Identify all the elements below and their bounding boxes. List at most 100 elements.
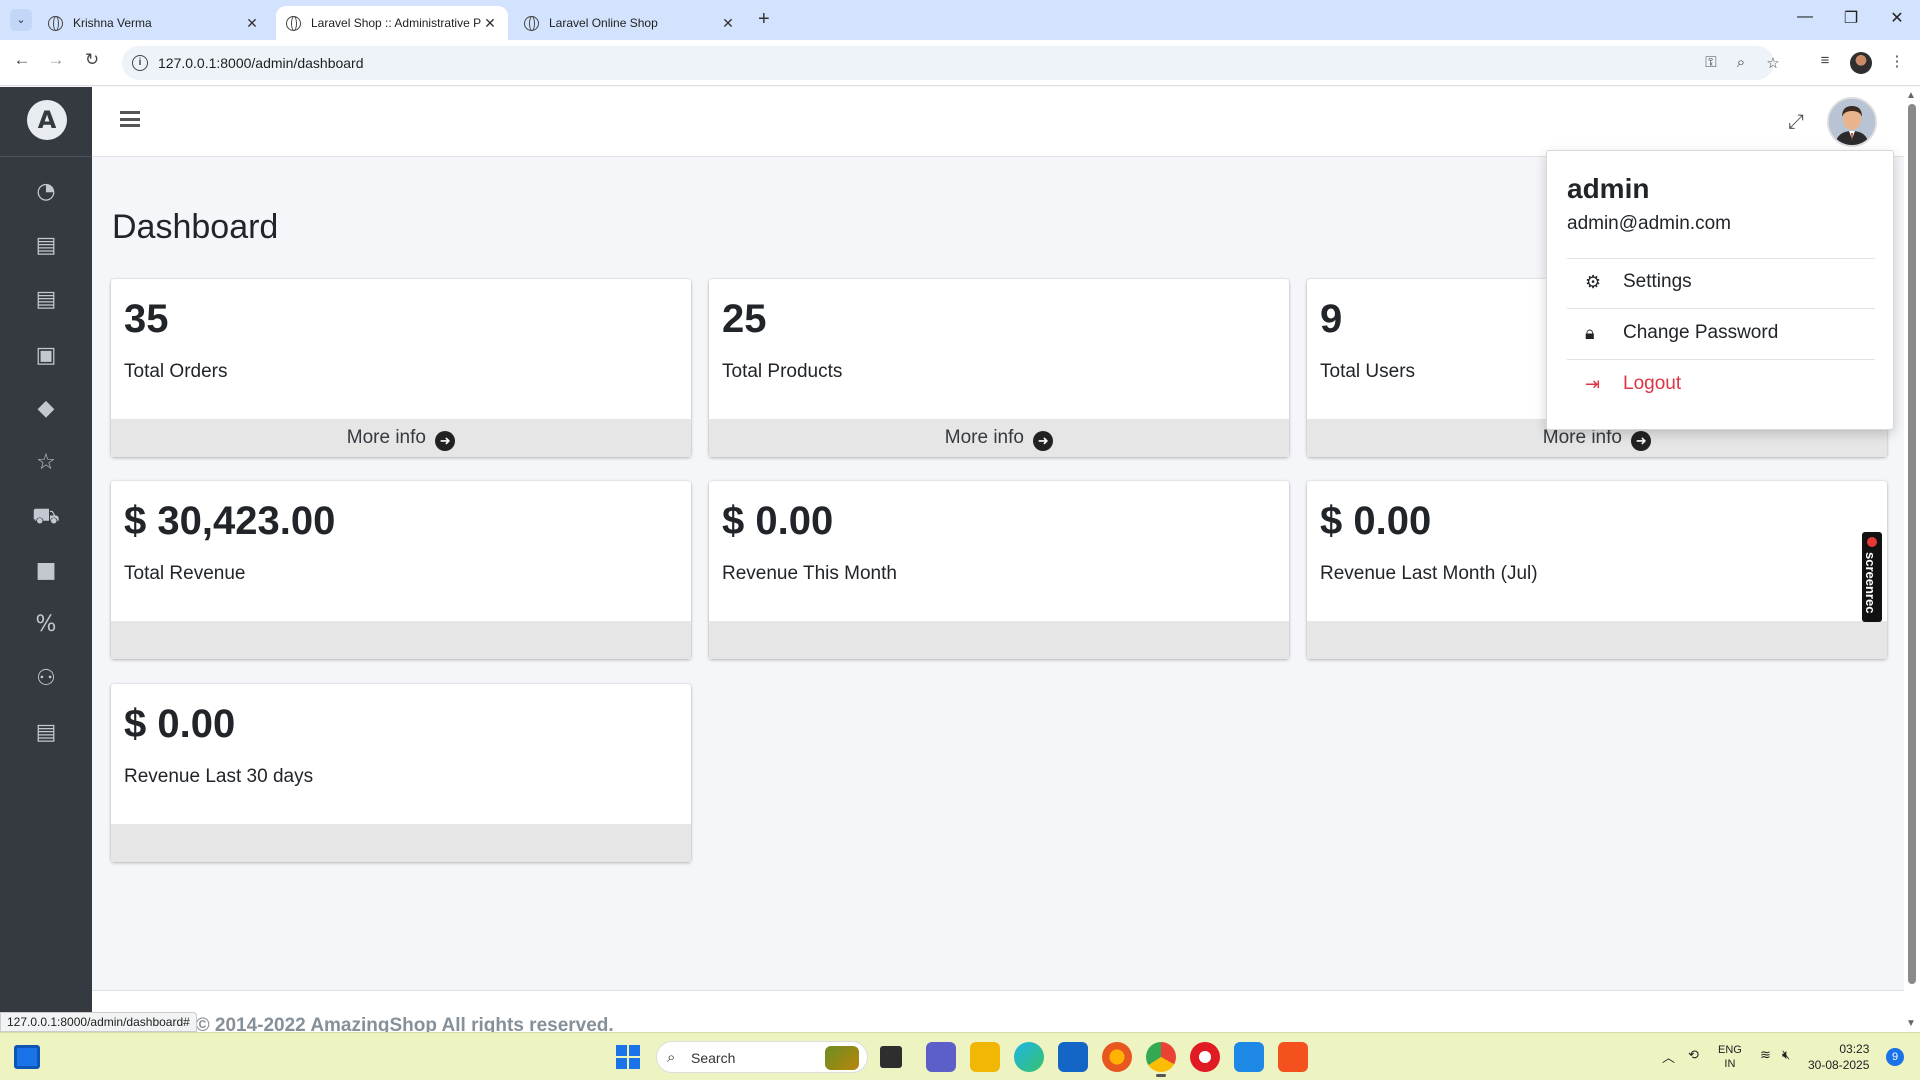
sidebar-item-products[interactable]: ◆ xyxy=(0,389,92,429)
back-button[interactable]: ← xyxy=(10,50,34,70)
bookmark-star-icon[interactable]: ☆ xyxy=(1762,54,1784,72)
zoom-icon[interactable]: ⌕ xyxy=(1730,54,1752,71)
minimize-button[interactable]: — xyxy=(1790,8,1820,26)
volume-muted-icon[interactable]: 🔇︎ xyxy=(1782,1047,1790,1063)
sidebar-item-orders[interactable]: ■ xyxy=(0,551,92,591)
sidebar-toggle-icon[interactable] xyxy=(120,111,140,127)
user-cog-icon: ⚙ xyxy=(1585,271,1602,293)
screenrec-label: screenrec xyxy=(1863,552,1878,614)
settings-menu-item[interactable]: ⚙ Settings xyxy=(1585,271,1692,293)
card-footer xyxy=(111,621,691,659)
card-footer xyxy=(709,621,1289,659)
user-avatar[interactable] xyxy=(1827,97,1877,147)
lang-code: ENG xyxy=(1718,1044,1742,1056)
browser-profile-avatar[interactable] xyxy=(1850,52,1872,74)
fullscreen-icon[interactable]: ⤢ xyxy=(1788,109,1804,133)
site-info-icon[interactable]: i xyxy=(132,55,148,71)
file-explorer-icon[interactable] xyxy=(970,1042,1000,1072)
dropdown-user-email: admin@admin.com xyxy=(1567,213,1731,234)
logout-menu-item[interactable]: ⇥ Logout xyxy=(1585,373,1681,395)
address-bar[interactable]: i 127.0.0.1:8000/admin/dashboard ⚿ ⌕ ☆ xyxy=(122,46,1780,80)
forward-button[interactable]: → xyxy=(44,50,68,70)
browser-toolbar: ← → ↻ i 127.0.0.1:8000/admin/dashboard ⚿… xyxy=(0,40,1920,86)
sidebar-item-dashboard[interactable]: ◔ xyxy=(0,172,92,212)
password-key-icon[interactable]: ⚿ xyxy=(1700,54,1722,71)
teams-icon[interactable] xyxy=(926,1042,956,1072)
percent-icon: % xyxy=(35,612,57,637)
stat-value: $ 0.00 xyxy=(124,702,236,746)
sidebar-item-discount[interactable]: % xyxy=(0,605,92,645)
logout-label: Logout xyxy=(1623,373,1682,394)
sidebar-item-categories[interactable]: ▤ xyxy=(0,226,92,266)
task-view-icon[interactable] xyxy=(880,1046,902,1068)
sidebar-item-users[interactable]: ⚇ xyxy=(0,659,92,699)
tab-close-icon[interactable]: ✕ xyxy=(482,15,498,32)
language-indicator[interactable]: ENG IN xyxy=(1718,1043,1742,1071)
tab-title: Laravel Online Shop xyxy=(549,16,658,30)
change-password-label: Change Password xyxy=(1623,322,1779,343)
tab-search-button[interactable]: ⌄ xyxy=(10,9,32,31)
stat-label: Revenue This Month xyxy=(722,563,897,584)
stat-label: Total Users xyxy=(1320,361,1416,382)
tab-title: Laravel Shop :: Administrative P xyxy=(311,16,482,30)
chrome-icon[interactable] xyxy=(1146,1042,1176,1077)
start-button[interactable] xyxy=(616,1045,640,1069)
sidebar-item-ratings[interactable]: ☆ xyxy=(0,443,92,483)
screenrec-badge[interactable]: screenrec xyxy=(1862,532,1882,622)
stat-value: $ 0.00 xyxy=(1320,499,1432,543)
media-controls-icon[interactable]: ≡ xyxy=(1814,52,1836,69)
tab-close-icon[interactable]: ✕ xyxy=(720,15,736,32)
sidebar-item-brands[interactable]: ▣ xyxy=(0,336,92,376)
tab-close-icon[interactable]: ✕ xyxy=(244,15,260,32)
taskbar-search[interactable]: ⌕ Search xyxy=(656,1041,868,1073)
browser-tab-2[interactable]: Laravel Shop :: Administrative P ✕ xyxy=(276,6,508,40)
change-password-menu-item[interactable]: 🔒︎ Change Password xyxy=(1585,322,1778,344)
opera-icon[interactable] xyxy=(1190,1042,1220,1072)
more-info-link[interactable]: More info ➜ xyxy=(111,419,691,457)
sidebar-item-sub-categories[interactable]: ▤ xyxy=(0,280,92,320)
system-clock[interactable]: 03:23 30-08-2025 xyxy=(1808,1041,1869,1073)
settings-label: Settings xyxy=(1623,271,1692,292)
restore-button[interactable]: ❐ xyxy=(1836,8,1866,28)
scrollbar-thumb[interactable] xyxy=(1908,104,1916,984)
more-info-text: More info xyxy=(346,427,426,448)
stat-label: Revenue Last 30 days xyxy=(124,766,314,787)
reload-button[interactable]: ↻ xyxy=(80,50,104,70)
address-url[interactable]: 127.0.0.1:8000/admin/dashboard xyxy=(158,55,364,71)
sidebar-item-pages[interactable]: ▤ xyxy=(0,713,92,753)
edge-icon[interactable] xyxy=(1014,1042,1044,1072)
clock-date: 30-08-2025 xyxy=(1808,1058,1870,1072)
sync-icon[interactable]: ⟲ xyxy=(1688,1047,1699,1063)
windows-taskbar: ⌕ Search ︿ ⟲ ENG IN ≋ 🔇︎ 03:23 30-08-202… xyxy=(0,1032,1920,1080)
new-tab-button[interactable]: + xyxy=(758,8,770,31)
close-window-button[interactable]: ✕ xyxy=(1882,8,1912,28)
firefox-icon[interactable] xyxy=(1102,1042,1132,1072)
xampp-icon[interactable] xyxy=(1278,1042,1308,1072)
tray-overflow-icon[interactable]: ︿ xyxy=(1662,1047,1675,1066)
notification-badge[interactable]: 9 xyxy=(1886,1048,1904,1066)
file-alt-icon: ▤ xyxy=(35,287,57,312)
brand[interactable]: A xyxy=(0,87,92,157)
widgets-icon[interactable] xyxy=(14,1045,40,1069)
stat-value: $ 0.00 xyxy=(722,499,834,543)
sidebar-item-shipping[interactable]: ⛟ xyxy=(0,497,92,537)
card-footer xyxy=(1307,621,1887,659)
brand-logo-icon[interactable]: A xyxy=(27,100,67,140)
file-icon: ▤ xyxy=(35,233,57,258)
scroll-down-arrow-icon[interactable]: ▼ xyxy=(1906,1018,1916,1029)
stat-card-revenue-this-month: $ 0.00 Revenue This Month xyxy=(709,481,1289,659)
wifi-icon[interactable]: ≋ xyxy=(1760,1047,1771,1063)
stat-card-revenue-last-30-days: $ 0.00 Revenue Last 30 days xyxy=(111,684,691,862)
main-header: ⤢ xyxy=(92,87,1904,157)
users-icon: ⚇ xyxy=(36,666,56,691)
browser-tab-1[interactable]: Krishna Verma ✕ xyxy=(38,6,270,40)
dropdown-divider xyxy=(1567,258,1875,259)
vscode-icon[interactable] xyxy=(1234,1042,1264,1072)
scroll-up-arrow-icon[interactable]: ▲ xyxy=(1906,90,1916,101)
shopping-bag-icon: ■ xyxy=(35,558,57,583)
store-icon[interactable] xyxy=(1058,1042,1088,1072)
browser-tab-3[interactable]: Laravel Online Shop ✕ xyxy=(514,6,746,40)
stat-value: $ 30,423.00 xyxy=(124,499,336,543)
browser-menu-icon[interactable]: ⋮ xyxy=(1886,52,1908,70)
more-info-link[interactable]: More info ➜ xyxy=(709,419,1289,457)
